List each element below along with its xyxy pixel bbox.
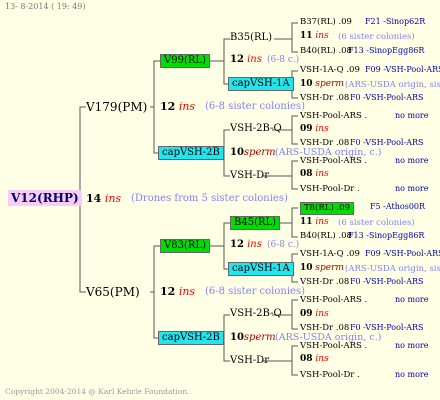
sire-md-insemination: 10 sperm: [300, 79, 344, 89]
sire-mother-note: (6-8 c.): [267, 55, 300, 65]
sire-mm-queen: B35(RL): [230, 32, 273, 43]
ancestor-name: VSH-Pool-ARS .: [300, 111, 368, 121]
dam-fd-queen: VSH-Dr: [230, 355, 269, 366]
dam-mother-insemination: 12 ins: [230, 239, 262, 250]
dam-queen: V65(PM): [86, 285, 140, 299]
ancestor-origin: no more: [395, 295, 429, 304]
sire-insemination: 12 ins: [160, 100, 196, 113]
ancestor-origin: F09 -VSH-Pool-ARS: [365, 65, 440, 74]
dam-insemination: 12 ins: [160, 285, 196, 298]
ancestor-origin: F0 -VSH-Pool-ARS: [350, 93, 424, 102]
sire-mm-insemination: 11 ins: [300, 31, 329, 41]
sire-md-queen: capVSH-1A: [228, 77, 294, 91]
dam-md-note: (ARS-USDA origin, siste: [345, 264, 440, 274]
ancestor-name: VSH-Pool-Dr .: [300, 370, 360, 380]
ancestor-name: B40(RL) .08: [300, 231, 352, 241]
sire-father-queen: capVSH-2B: [158, 146, 224, 160]
dam-fm-queen: VSH-2B-Q: [230, 308, 282, 319]
ancestor-name: VSH-Pool-Dr .: [300, 184, 360, 194]
ancestor-origin: F0 -VSH-Pool-ARS: [350, 138, 424, 147]
sire-mm-note: (6 sister colonies): [338, 32, 415, 42]
ancestor-name: B37(RL) .09: [300, 17, 352, 27]
ancestor-origin: F21 -Sinop62R: [365, 17, 426, 26]
ancestor-origin: F0 -VSH-Pool-ARS: [350, 277, 424, 286]
ancestor-origin: no more: [395, 156, 429, 165]
root-insemination: 14 ins: [86, 192, 122, 205]
ancestor-name: VSH-1A-Q .09: [300, 65, 360, 75]
ancestor-name: T8(RL) .09: [300, 202, 354, 215]
sire-fd-queen: VSH-Dr: [230, 170, 269, 181]
sire-father-insemination: 10sperm: [230, 147, 276, 158]
dam-father-queen: capVSH-2B: [158, 331, 224, 345]
ancestor-name: VSH-Dr .08: [300, 93, 350, 103]
dam-fd-insemination: 08 ins: [300, 354, 329, 364]
ancestor-name: VSH-1A-Q .09: [300, 249, 360, 259]
ancestor-origin: F0 -VSH-Pool-ARS: [350, 323, 424, 332]
sire-fm-queen: VSH-2B-Q: [230, 123, 282, 134]
pedigree-chart: 13- 8-2014 ( 19: 49) V12(RHP) 14 ins (Dr…: [0, 0, 440, 400]
ancestor-name: VSH-Pool-ARS .: [300, 295, 368, 305]
dam-mm-queen: B45(RL): [230, 216, 281, 230]
dam-fm-insemination: 09 ins: [300, 309, 329, 319]
sire-insemination-note: (6-8 sister colonies): [205, 101, 305, 112]
dam-insemination-note: (6-8 sister colonies): [205, 286, 305, 297]
dam-md-insemination: 10 sperm: [300, 263, 344, 273]
dam-mm-note: (6 sister colonies): [338, 218, 415, 228]
sire-mother-queen: V99(RL): [160, 54, 210, 68]
sire-fd-insemination: 08 ins: [300, 169, 329, 179]
ancestor-origin: no more: [395, 184, 429, 193]
root-queen: V12(RHP): [8, 190, 82, 206]
dam-father-insemination: 10sperm: [230, 332, 276, 343]
ancestor-origin: F13 -SinopEgg86R: [348, 46, 425, 55]
dam-mother-note: (6-8 c.): [267, 240, 300, 250]
ancestor-origin: F5 -Athos00R: [370, 202, 426, 211]
ancestor-name: VSH-Dr .08: [300, 323, 350, 333]
ancestor-name: VSH-Pool-ARS .: [300, 341, 368, 351]
copyright-footer: Copyright 2004-2014 @ Karl Kehrle Founda…: [5, 387, 190, 396]
ancestor-name: VSH-Dr .08: [300, 138, 350, 148]
ancestor-origin: no more: [395, 341, 429, 350]
dam-md-queen: capVSH-1A: [228, 262, 294, 276]
generated-date: 13- 8-2014 ( 19: 49): [5, 2, 86, 11]
ancestor-origin: no more: [395, 111, 429, 120]
dam-mother-queen: V83(RL): [160, 239, 210, 253]
sire-md-note: (ARS-USDA origin, sister: [345, 80, 440, 90]
ancestor-origin: no more: [395, 370, 429, 379]
sire-mother-insemination: 12 ins: [230, 54, 262, 65]
ancestor-origin: F09 -VSH-Pool-ARS: [365, 249, 440, 258]
ancestor-name: VSH-Pool-ARS .: [300, 156, 368, 166]
dam-mm-insemination: 11 ins: [300, 217, 329, 227]
root-insemination-note: (Drones from 5 sister colonies): [131, 193, 288, 204]
sire-fm-insemination: 09 ins: [300, 124, 329, 134]
ancestor-origin: F13 -SinopEgg86R: [348, 231, 425, 240]
ancestor-name: B40(RL) .08: [300, 46, 352, 56]
ancestor-name: VSH-Dr .08: [300, 277, 350, 287]
sire-queen: V179(PM): [86, 100, 148, 114]
